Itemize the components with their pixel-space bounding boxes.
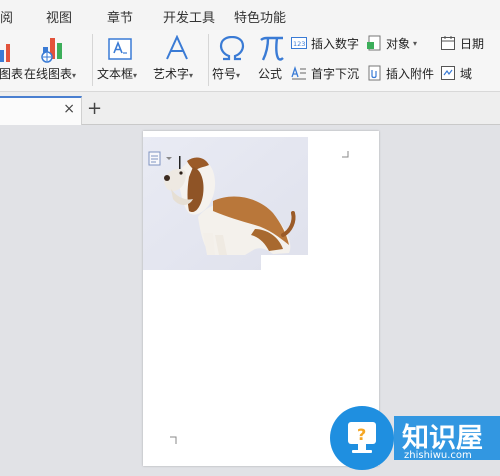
document-tab-strip: × [0,92,500,125]
attachment-icon [366,65,382,81]
insert-number-button[interactable]: 123 插入数字 [291,33,359,53]
watermark-logo: ? 知识屋 zhishiwu.com [328,398,500,476]
new-tab-button[interactable]: + [87,98,102,119]
basset-hound-image [143,137,308,270]
online-chart-icon [41,38,62,63]
ribbon-separator [92,34,93,86]
textbox-button[interactable]: 文本框▾ [97,32,147,90]
ribbon-separator [208,34,209,86]
chart-icon [0,44,10,62]
insert-attachment-label: 插入附件 [386,66,435,81]
menu-item-chapter[interactable]: 章节 [107,7,133,26]
formula-button[interactable]: 公式 [256,32,288,90]
online-chart-label: 在线图表▾ [24,67,77,81]
date-button[interactable]: 日期 [440,33,484,53]
formula-label: 公式 [258,67,283,81]
field-icon [440,65,456,81]
margin-corner-bottom-left [170,436,177,444]
dropcap-icon [291,65,307,81]
wps-writer-window: 阅 视图 章节 开发工具 特色功能 图表 在线图表▾ 文本框▾ 艺术字▾ 符号▾… [0,0,500,476]
calendar-icon [440,35,456,51]
textbox-label: 文本框▾ [97,67,138,81]
field-button[interactable]: 域 [440,63,472,83]
symbol-label: 符号▾ [212,67,241,81]
insert-attachment-button[interactable]: 插入附件 [366,63,434,83]
wordart-icon [166,35,188,60]
chart-label: 图表 [0,67,24,81]
menu-item-review[interactable]: 阅 [0,7,13,26]
menu-item-view[interactable]: 视图 [46,7,72,26]
object-button[interactable]: 对象 ▾ [366,33,417,53]
chart-button[interactable]: 图表 [0,32,24,90]
pi-icon [260,36,284,61]
margin-corner-top-right [342,151,349,158]
textbox-icon [108,38,132,60]
number-icon: 123 [291,35,307,51]
object-icon [366,35,382,51]
online-chart-button[interactable]: 在线图表▾ [24,32,86,90]
wordart-button[interactable]: 艺术字▾ [153,32,205,90]
svg-text:?: ? [357,425,366,444]
menu-item-developer[interactable]: 开发工具 [163,7,215,26]
insert-number-label: 插入数字 [311,36,360,51]
watermark-url: zhishiwu.com [404,450,472,461]
menu-item-features[interactable]: 特色功能 [234,7,286,26]
close-tab-icon[interactable]: × [63,101,75,117]
object-label: 对象 [386,36,411,51]
document-tab[interactable]: × [0,96,82,125]
insert-ribbon: 图表 在线图表▾ 文本框▾ 艺术字▾ 符号▾ 公式 123 插入数字 首字下沉 … [0,30,500,92]
field-label: 域 [460,66,473,81]
dropcap-label: 首字下沉 [311,66,360,81]
svg-text:123: 123 [293,40,305,48]
menu-bar: 阅 视图 章节 开发工具 特色功能 [0,0,500,30]
symbol-button[interactable]: 符号▾ [212,32,252,90]
date-label: 日期 [460,36,485,51]
omega-icon [219,36,245,61]
inserted-image[interactable] [143,137,308,270]
wordart-label: 艺术字▾ [153,67,194,81]
dropcap-button[interactable]: 首字下沉 [291,63,359,83]
